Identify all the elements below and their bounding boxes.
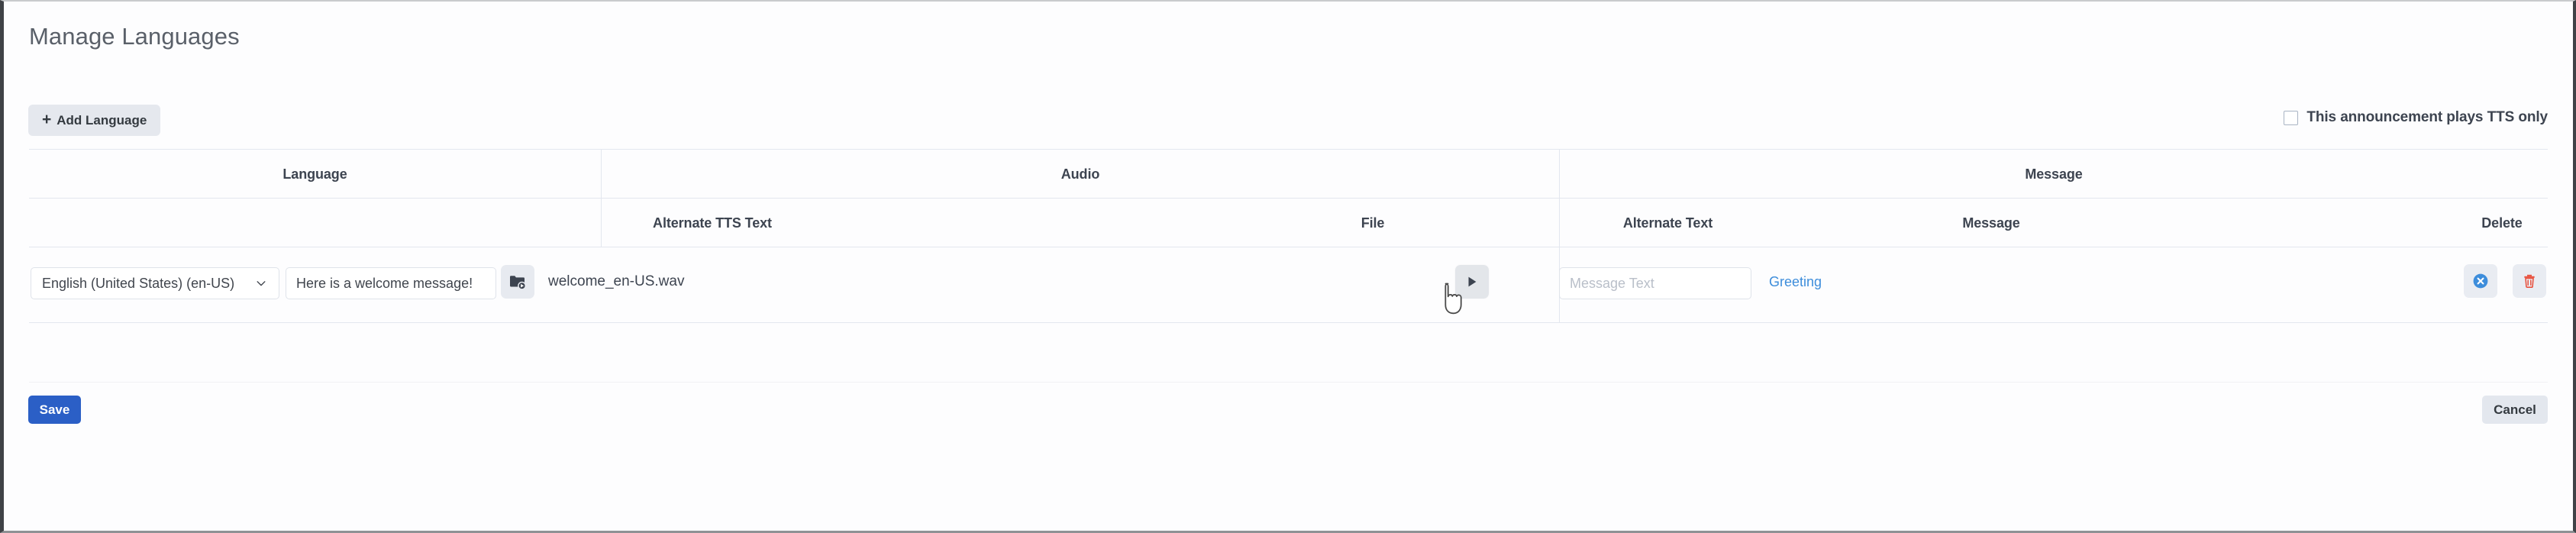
cancel-button[interactable]: Cancel xyxy=(2482,396,2548,424)
audio-file-name: welcome_en-US.wav xyxy=(548,273,685,289)
clear-row-button[interactable] xyxy=(2464,264,2497,298)
row-bottom-divider xyxy=(29,322,2548,323)
manage-languages-page: Manage Languages + Add Language This ann… xyxy=(4,2,2573,531)
add-language-label: Add Language xyxy=(56,112,147,128)
column-divider-audio-message xyxy=(1559,149,1560,247)
languages-table: Language Audio Message Alternate TTS Tex… xyxy=(29,149,2548,347)
group-header-message: Message xyxy=(2025,166,2083,182)
add-language-button[interactable]: + Add Language xyxy=(28,105,161,136)
play-icon xyxy=(1468,276,1477,287)
plus-icon: + xyxy=(42,111,52,128)
sub-header-alternate-text: Alternate Text xyxy=(1622,215,1713,231)
close-circle-icon xyxy=(2473,273,2488,289)
column-divider-language-audio xyxy=(601,149,602,247)
group-header-audio: Audio xyxy=(1060,166,1100,182)
page-title: Manage Languages xyxy=(29,23,240,50)
group-header-language: Language xyxy=(282,166,347,182)
sub-header-alternate-tts-text: Alternate TTS Text xyxy=(653,215,772,231)
chevron-down-icon xyxy=(257,281,266,286)
trash-icon xyxy=(2524,274,2535,289)
app-window: Manage Languages + Add Language This ann… xyxy=(0,0,2576,533)
audio-file-folder-button[interactable] xyxy=(501,265,534,299)
delete-row-button[interactable] xyxy=(2513,264,2546,298)
table-top-border xyxy=(29,149,2548,150)
sub-header-message: Message xyxy=(1962,215,2020,231)
folder-audio-icon xyxy=(510,276,527,290)
sub-header-file: File xyxy=(1361,215,1385,231)
group-header-divider xyxy=(29,198,2548,199)
save-button[interactable]: Save xyxy=(28,396,81,424)
tts-only-checkbox[interactable] xyxy=(2284,110,2299,125)
alternate-tts-text-input[interactable] xyxy=(286,267,496,299)
language-select[interactable]: English (United States) (en-US) xyxy=(31,267,279,299)
table-row: English (United States) (en-US) welcome_… xyxy=(29,247,2548,322)
message-alternate-text-input[interactable] xyxy=(1559,267,1751,299)
sub-header-delete: Delete xyxy=(2481,215,2523,231)
tts-only-label: This announcement plays TTS only xyxy=(2306,109,2548,125)
language-select-value: English (United States) (en-US) xyxy=(42,275,235,291)
tts-only-checkbox-group[interactable]: This announcement plays TTS only xyxy=(2284,109,2548,126)
footer-divider xyxy=(29,382,2548,383)
message-link[interactable]: Greeting xyxy=(1769,274,1822,290)
play-audio-button[interactable] xyxy=(1455,265,1489,299)
